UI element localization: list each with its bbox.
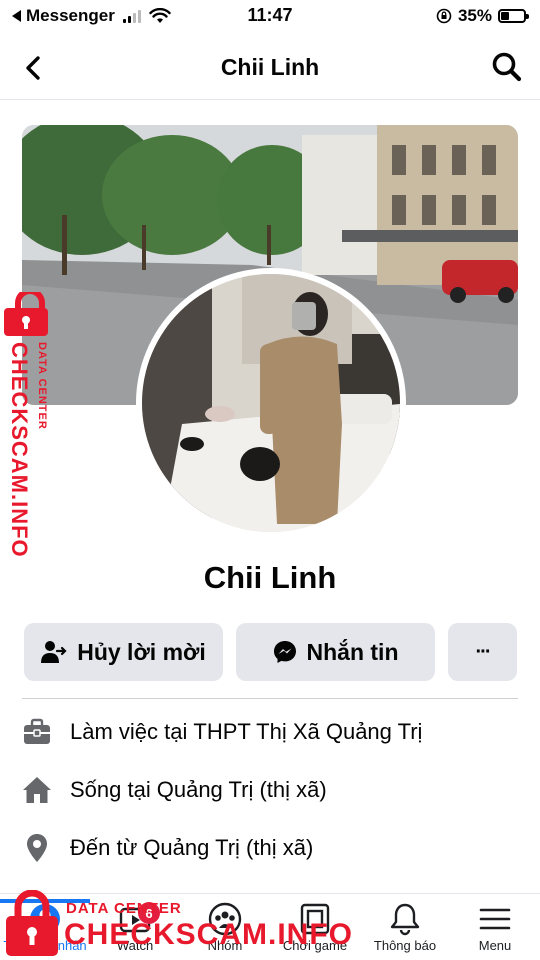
more-options-button[interactable]: ···	[448, 623, 517, 681]
person-arrow-icon	[41, 641, 67, 663]
location-pin-icon	[27, 834, 47, 862]
message-button[interactable]: Nhắn tin	[236, 623, 435, 681]
intro-work-value[interactable]: THPT Thị Xã Quảng Trị	[193, 719, 422, 745]
nav-header: Chii Linh	[0, 36, 540, 100]
watermark-bottom-title: DATA CENTER	[66, 900, 182, 917]
lock-logo-icon	[4, 292, 48, 336]
intro-work: Làm việc tại THPT Thị Xã Quảng Trị	[22, 712, 522, 752]
watermark-bottom: DATA CENTER CHECKSCAM.INFO	[0, 888, 540, 960]
message-label: Nhắn tin	[306, 638, 399, 665]
watermark-bottom-site: CHECKSCAM.INFO	[64, 918, 353, 951]
page-title: Chii Linh	[220, 54, 320, 80]
intro-lives-value[interactable]: Quảng Trị (thị xã)	[157, 777, 327, 803]
cancel-request-label: Hủy lời mời	[77, 638, 206, 665]
intro-from-prefix: Đến từ	[70, 835, 138, 860]
intro-lives: Sống tại Quảng Trị (thị xã)	[22, 770, 522, 810]
battery-icon	[498, 9, 529, 23]
home-icon	[23, 777, 51, 803]
watermark-side: CHECKSCAM.INFO DATA CENTER	[2, 292, 58, 558]
briefcase-icon	[24, 718, 50, 744]
status-right: 35%	[436, 6, 529, 26]
intro-work-prefix: Làm việc tại	[70, 719, 188, 744]
cancel-request-button[interactable]: Hủy lời mời	[24, 623, 223, 681]
profile-avatar[interactable]	[136, 268, 406, 538]
watermark-side-title: DATA CENTER	[36, 342, 48, 430]
profile-actions: Hủy lời mời Nhắn tin ···	[24, 623, 517, 681]
search-icon[interactable]	[490, 50, 524, 84]
orientation-lock-icon	[436, 8, 452, 24]
intro-from-value[interactable]: Quảng Trị (thị xã)	[143, 835, 313, 861]
lock-logo-icon	[6, 890, 58, 956]
status-bar: Messenger 11:47 35%	[0, 0, 540, 32]
intro-lives-prefix: Sống tại	[70, 777, 151, 802]
avatar-photo	[142, 274, 400, 532]
battery-percent: 35%	[457, 6, 492, 25]
section-divider	[22, 698, 518, 699]
intro-from: Đến từ Quảng Trị (thị xã)	[22, 828, 522, 868]
watermark-side-site: CHECKSCAM.INFO	[7, 342, 32, 558]
messenger-icon	[273, 641, 296, 663]
profile-name: Chii Linh	[203, 560, 337, 595]
more-icon: ···	[475, 640, 492, 663]
battery-level	[501, 12, 509, 20]
